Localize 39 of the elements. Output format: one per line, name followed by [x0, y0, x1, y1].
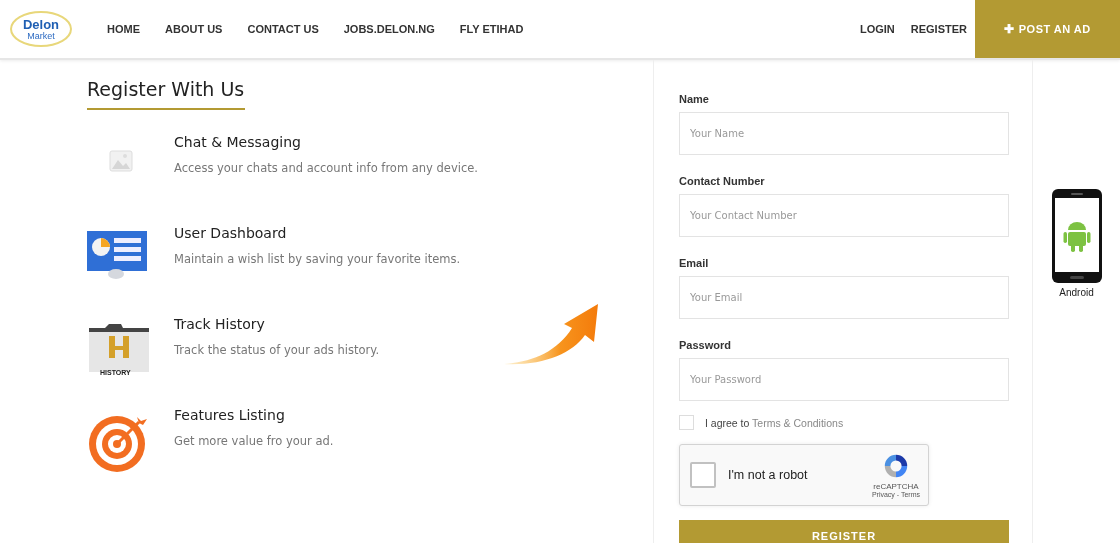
logo[interactable]: Delon Market — [10, 11, 72, 47]
input-field[interactable]: Your Contact Number — [679, 194, 1009, 237]
feature-title: User Dashboard — [174, 225, 288, 241]
nav-link[interactable]: JOBS.DELON.NG — [343, 23, 435, 35]
input-field[interactable]: Your Email — [679, 276, 1009, 319]
nav-link[interactable]: FLY ETIHAD — [459, 23, 524, 35]
feature-title: Features Listing — [174, 407, 286, 423]
terms-text: I agree to Terms & Conditions — [705, 416, 844, 429]
logo-tagline: Market — [27, 30, 55, 41]
feature-description: Track the status of your ads history. — [174, 343, 380, 357]
checkbox[interactable] — [679, 415, 694, 430]
account-link[interactable]: REGISTER — [910, 23, 967, 35]
feature-description: Access your chats and account info from any device. — [174, 161, 478, 175]
image-placeholder-icon — [109, 150, 133, 172]
field-label: Name — [679, 93, 710, 105]
captcha-brand: reCAPTCHA — [873, 482, 919, 491]
section-title: Register With Us — [87, 78, 245, 110]
feature-description: Maintain a wish list by saving your favorite items. — [174, 252, 461, 266]
captcha-label: I'm not a robot — [728, 468, 808, 482]
feature-title: Track History — [174, 316, 266, 332]
app-label: Android — [1059, 287, 1094, 298]
android-phone-icon[interactable] — [1050, 188, 1103, 284]
input-field[interactable]: Your Password — [679, 358, 1009, 401]
feature-title: Chat & Messaging — [174, 134, 302, 150]
nav-link[interactable]: ABOUT US — [165, 23, 223, 35]
input-field[interactable]: Your Name — [679, 112, 1009, 155]
dashboard-icon — [87, 231, 147, 279]
logo-name: Delon — [22, 17, 60, 31]
plus-icon: ✚ — [1004, 22, 1015, 36]
nav-link[interactable]: CONTACT US — [247, 23, 319, 35]
captcha-checkbox[interactable] — [690, 462, 716, 488]
field-label: Contact Number — [679, 175, 766, 187]
folder-icon — [87, 322, 151, 372]
field-label: Email — [679, 257, 710, 269]
nav-link[interactable]: HOME — [107, 23, 140, 35]
terms-link[interactable]: Terms & Conditions — [752, 416, 844, 429]
feature-description: Get more value fro your ad. — [174, 434, 334, 448]
field-label: Password — [679, 339, 732, 351]
account-link[interactable]: LOGIN — [859, 23, 895, 35]
